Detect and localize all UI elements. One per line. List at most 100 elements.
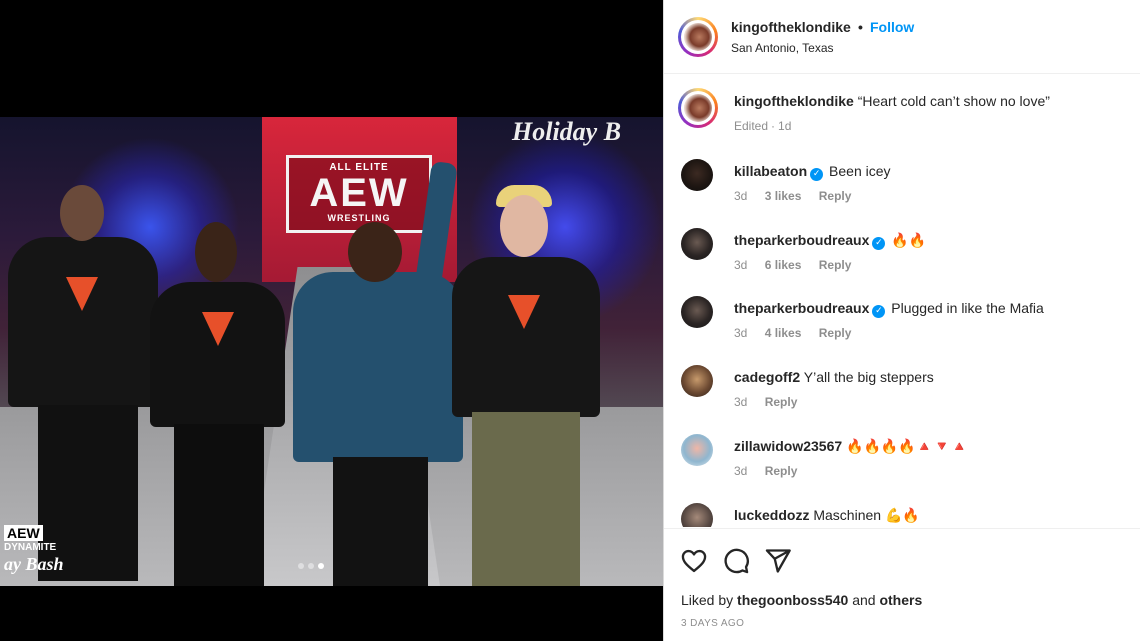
- carousel-dot: [308, 563, 314, 569]
- commenter-avatar[interactable]: [681, 296, 713, 328]
- comment-likes[interactable]: 3 likes: [765, 189, 802, 203]
- corner-logo-script: ay Bash: [4, 554, 64, 574]
- comment-text: Maschinen 💪🔥: [813, 507, 920, 523]
- comment-likes[interactable]: 4 likes: [765, 326, 802, 340]
- comment-meta: 3d 6 likes Reply: [734, 258, 865, 272]
- avatar-image: [684, 94, 712, 122]
- person-3-head: [348, 222, 402, 282]
- aew-logo-main-text: AEW: [309, 171, 409, 215]
- comment-meta: 3d 3 likes Reply: [734, 189, 865, 203]
- carousel-indicator: [298, 563, 324, 571]
- caption-meta: Edited · 1d: [734, 119, 805, 133]
- corner-logo-sub: DYNAMITE: [4, 542, 57, 553]
- post-location[interactable]: San Antonio, Texas: [731, 41, 834, 55]
- comment-text: 🔥🔥: [891, 233, 927, 249]
- comment-text-line: killabeaton ✓ Been icey: [734, 163, 891, 181]
- commenter-username[interactable]: theparkerboudreaux: [734, 300, 869, 316]
- person-2: [150, 222, 285, 586]
- person-4-legs: [472, 412, 580, 586]
- person-3: [293, 160, 463, 586]
- hoodie-emblem: [508, 295, 540, 329]
- comment-likes[interactable]: 6 likes: [765, 258, 802, 272]
- post-photo[interactable]: ALL ELITE AEW WRESTLING Holiday B AEW DY…: [0, 117, 663, 586]
- share-icon[interactable]: [764, 547, 792, 575]
- caption-time: 1d: [778, 119, 792, 133]
- person-1-head: [60, 185, 104, 241]
- caption-author-avatar[interactable]: [678, 88, 718, 128]
- reply-button[interactable]: Reply: [819, 189, 852, 203]
- liked-by-others[interactable]: others: [879, 592, 922, 608]
- hoodie-emblem: [202, 312, 234, 346]
- post-media-area: ALL ELITE AEW WRESTLING Holiday B AEW DY…: [0, 0, 663, 641]
- person-2-legs: [174, 424, 264, 586]
- header-separator: •: [858, 19, 863, 35]
- comment-item: cadegoff2 Y’all the big steppers 3d Repl…: [664, 365, 1140, 425]
- comment-text: Y’all the big steppers: [803, 369, 934, 385]
- comment-meta: 3d Reply: [734, 395, 811, 409]
- commenter-avatar[interactable]: [681, 365, 713, 397]
- comment-text-line: theparkerboudreaux ✓ 🔥🔥: [734, 232, 926, 250]
- caption-text-line: kingoftheklondike “Heart cold can’t show…: [734, 93, 1050, 109]
- person-4-head: [500, 195, 548, 257]
- person-3-legs: [333, 457, 428, 586]
- comments-list[interactable]: kingoftheklondike “Heart cold can’t show…: [664, 75, 1140, 527]
- post-actions-bar: Liked by thegoonboss540 and others 3 DAY…: [664, 528, 1140, 641]
- holiday-banner-text: Holiday B: [512, 117, 622, 146]
- reply-button[interactable]: Reply: [819, 326, 852, 340]
- commenter-avatar[interactable]: [681, 503, 713, 527]
- post-header: kingoftheklondike • Follow San Antonio, …: [664, 0, 1140, 74]
- follow-button[interactable]: Follow: [870, 19, 914, 35]
- post-side-panel: kingoftheklondike • Follow San Antonio, …: [663, 0, 1140, 641]
- person-2-head: [195, 222, 237, 282]
- avatar-image: [684, 23, 712, 51]
- reply-button[interactable]: Reply: [765, 464, 798, 478]
- comment-text-line: luckeddozz Maschinen 💪🔥: [734, 507, 920, 524]
- person-1: [8, 185, 158, 581]
- commenter-username[interactable]: killabeaton: [734, 163, 807, 179]
- comment-item: theparkerboudreaux ✓ 🔥🔥 3d 6 likes Reply: [664, 228, 1140, 288]
- caption-meta-separator: ·: [771, 119, 776, 133]
- commenter-username[interactable]: theparkerboudreaux: [734, 232, 869, 248]
- comment-item: luckeddozz Maschinen 💪🔥: [664, 503, 1140, 527]
- comment-text-line: cadegoff2 Y’all the big steppers: [734, 369, 934, 385]
- commenter-avatar[interactable]: [681, 434, 713, 466]
- commenter-username[interactable]: zillawidow23567: [734, 438, 842, 454]
- verified-badge-icon: ✓: [810, 168, 824, 181]
- comment-time: 3d: [734, 258, 748, 272]
- heart-icon[interactable]: [680, 547, 708, 575]
- commenter-avatar[interactable]: [681, 228, 713, 260]
- author-username[interactable]: kingoftheklondike: [731, 19, 851, 35]
- caption-edited-label: Edited: [734, 119, 769, 133]
- comment-text-line: theparkerboudreaux ✓ Plugged in like the …: [734, 300, 1044, 318]
- carousel-dot: [298, 563, 304, 569]
- comment-meta: 3d 4 likes Reply: [734, 326, 865, 340]
- caption-text: “Heart cold can’t show no love”: [857, 93, 1050, 109]
- liked-by-username[interactable]: thegoonboss540: [737, 592, 848, 608]
- dynamite-corner-logo: AEW DYNAMITE ay Bash: [4, 525, 64, 575]
- comment-time: 3d: [734, 464, 748, 478]
- comment-item: killabeaton ✓ Been icey 3d 3 likes Reply: [664, 159, 1140, 219]
- author-avatar[interactable]: [678, 17, 718, 57]
- commenter-username[interactable]: cadegoff2: [734, 369, 800, 385]
- verified-badge-icon: ✓: [872, 305, 886, 318]
- corner-logo-main: AEW: [4, 525, 43, 541]
- comment-icon[interactable]: [722, 547, 750, 575]
- comment-item: theparkerboudreaux ✓ Plugged in like the …: [664, 296, 1140, 356]
- comment-meta: 3d Reply: [734, 464, 811, 478]
- likes-and: and: [852, 592, 876, 608]
- reply-button[interactable]: Reply: [819, 258, 852, 272]
- person-4: [452, 185, 600, 586]
- comment-time: 3d: [734, 395, 748, 409]
- aew-logo: ALL ELITE AEW WRESTLING: [286, 155, 432, 233]
- carousel-dot-active: [318, 563, 324, 569]
- reply-button[interactable]: Reply: [765, 395, 798, 409]
- commenter-avatar[interactable]: [681, 159, 713, 191]
- instagram-post-view: ALL ELITE AEW WRESTLING Holiday B AEW DY…: [0, 0, 1140, 641]
- hoodie-emblem: [66, 277, 98, 311]
- comment-text: Been icey: [829, 163, 891, 179]
- caption-username[interactable]: kingoftheklondike: [734, 93, 854, 109]
- comment-text: Plugged in like the Mafia: [891, 300, 1044, 316]
- comment-time: 3d: [734, 326, 748, 340]
- commenter-username[interactable]: luckeddozz: [734, 507, 809, 523]
- caption: kingoftheklondike “Heart cold can’t show…: [664, 75, 1140, 145]
